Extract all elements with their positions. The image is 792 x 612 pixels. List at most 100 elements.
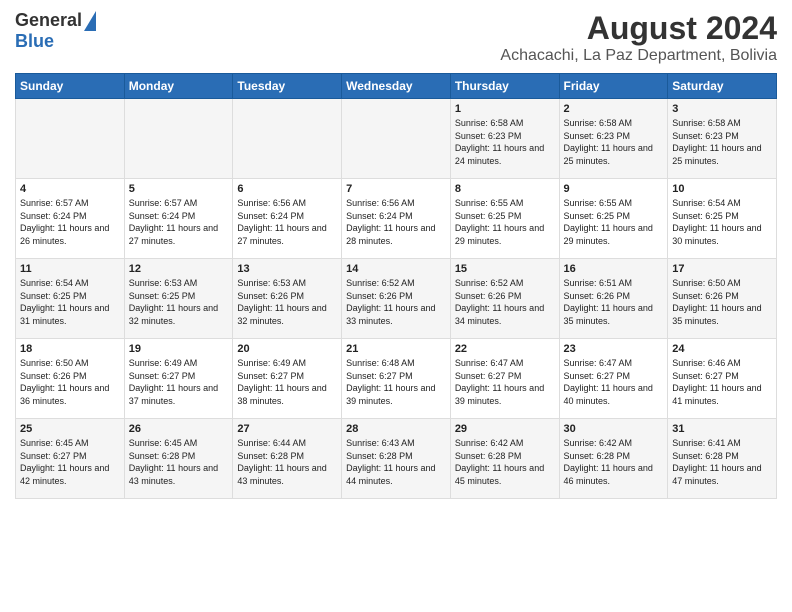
calendar-cell: 2 Sunrise: 6:58 AM Sunset: 6:23 PM Daylig… — [559, 99, 668, 179]
logo-blue-text: Blue — [15, 31, 54, 52]
cell-content: Sunrise: 6:53 AM Sunset: 6:26 PM Dayligh… — [237, 277, 337, 327]
day-number: 8 — [455, 183, 555, 195]
week-row-5: 25Sunrise: 6:45 AM Sunset: 6:27 PM Dayli… — [16, 419, 777, 499]
calendar-cell: 29 Sunrise: 6:42 AM Sunset: 6:28 PM Dayli… — [450, 419, 559, 499]
calendar-cell: 23Sunrise: 6:47 AM Sunset: 6:27 PM Dayli… — [559, 339, 668, 419]
cell-content: Sunrise: 6:43 AM Sunset: 6:28 PM Dayligh… — [346, 437, 446, 487]
calendar-cell: 31Sunrise: 6:41 AM Sunset: 6:28 PM Dayli… — [668, 419, 777, 499]
calendar-header: Sunday Monday Tuesday Wednesday Thursday… — [16, 74, 777, 99]
cell-content: Sunrise: 6:42 AM Sunset: 6:28 PM Dayligh… — [455, 437, 555, 487]
cell-content: Sunrise: 6:50 AM Sunset: 6:26 PM Dayligh… — [20, 357, 120, 407]
day-number: 5 — [129, 183, 229, 195]
header-friday: Friday — [559, 74, 668, 99]
cell-content: Sunrise: 6:55 AM Sunset: 6:25 PM Dayligh… — [564, 197, 664, 247]
day-number: 17 — [672, 263, 772, 275]
day-number: 3 — [672, 103, 772, 115]
cell-content: Sunrise: 6:47 AM Sunset: 6:27 PM Dayligh… — [455, 357, 555, 407]
day-number: 11 — [20, 263, 120, 275]
calendar-cell: 25Sunrise: 6:45 AM Sunset: 6:27 PM Dayli… — [16, 419, 125, 499]
cell-content: Sunrise: 6:58 AM Sunset: 6:23 PM Dayligh… — [455, 117, 555, 167]
header-sunday: Sunday — [16, 74, 125, 99]
header-monday: Monday — [124, 74, 233, 99]
day-number: 28 — [346, 423, 446, 435]
week-row-1: 1 Sunrise: 6:58 AM Sunset: 6:23 PM Daylig… — [16, 99, 777, 179]
day-number: 14 — [346, 263, 446, 275]
cell-content: Sunrise: 6:44 AM Sunset: 6:28 PM Dayligh… — [237, 437, 337, 487]
calendar-cell: 7Sunrise: 6:56 AM Sunset: 6:24 PM Daylig… — [342, 179, 451, 259]
calendar-cell: 15 Sunrise: 6:52 AM Sunset: 6:26 PM Dayli… — [450, 259, 559, 339]
day-number: 22 — [455, 343, 555, 355]
day-number: 24 — [672, 343, 772, 355]
cell-content: Sunrise: 6:58 AM Sunset: 6:23 PM Dayligh… — [672, 117, 772, 167]
calendar-cell: 24 Sunrise: 6:46 AM Sunset: 6:27 PM Dayli… — [668, 339, 777, 419]
week-row-2: 4 Sunrise: 6:57 AM Sunset: 6:24 PM Daylig… — [16, 179, 777, 259]
cell-content: Sunrise: 6:55 AM Sunset: 6:25 PM Dayligh… — [455, 197, 555, 247]
calendar-cell: 1 Sunrise: 6:58 AM Sunset: 6:23 PM Daylig… — [450, 99, 559, 179]
page: General Blue August 2024 Achacachi, La P… — [0, 0, 792, 612]
cell-content: Sunrise: 6:58 AM Sunset: 6:23 PM Dayligh… — [564, 117, 664, 167]
calendar-cell: 4 Sunrise: 6:57 AM Sunset: 6:24 PM Daylig… — [16, 179, 125, 259]
calendar-cell — [342, 99, 451, 179]
cell-content: Sunrise: 6:42 AM Sunset: 6:28 PM Dayligh… — [564, 437, 664, 487]
day-number: 2 — [564, 103, 664, 115]
day-number: 16 — [564, 263, 664, 275]
cell-content: Sunrise: 6:56 AM Sunset: 6:24 PM Dayligh… — [346, 197, 446, 247]
title-block: August 2024 Achacachi, La Paz Department… — [500, 10, 777, 65]
day-number: 25 — [20, 423, 120, 435]
logo-general-text: General — [15, 10, 82, 31]
calendar-table: Sunday Monday Tuesday Wednesday Thursday… — [15, 73, 777, 499]
day-number: 26 — [129, 423, 229, 435]
calendar-cell: 22 Sunrise: 6:47 AM Sunset: 6:27 PM Dayli… — [450, 339, 559, 419]
cell-content: Sunrise: 6:56 AM Sunset: 6:24 PM Dayligh… — [237, 197, 337, 247]
day-number: 1 — [455, 103, 555, 115]
header-row: Sunday Monday Tuesday Wednesday Thursday… — [16, 74, 777, 99]
main-title: August 2024 — [500, 10, 777, 47]
day-number: 31 — [672, 423, 772, 435]
day-number: 19 — [129, 343, 229, 355]
day-number: 29 — [455, 423, 555, 435]
cell-content: Sunrise: 6:45 AM Sunset: 6:28 PM Dayligh… — [129, 437, 229, 487]
calendar-cell: 5 Sunrise: 6:57 AM Sunset: 6:24 PM Daylig… — [124, 179, 233, 259]
calendar-cell: 12 Sunrise: 6:53 AM Sunset: 6:25 PM Dayli… — [124, 259, 233, 339]
header-saturday: Saturday — [668, 74, 777, 99]
day-number: 4 — [20, 183, 120, 195]
calendar-cell: 6 Sunrise: 6:56 AM Sunset: 6:24 PM Daylig… — [233, 179, 342, 259]
calendar-cell: 18 Sunrise: 6:50 AM Sunset: 6:26 PM Dayli… — [16, 339, 125, 419]
calendar-cell: 11 Sunrise: 6:54 AM Sunset: 6:25 PM Dayli… — [16, 259, 125, 339]
calendar-cell: 19Sunrise: 6:49 AM Sunset: 6:27 PM Dayli… — [124, 339, 233, 419]
calendar-cell: 10Sunrise: 6:54 AM Sunset: 6:25 PM Dayli… — [668, 179, 777, 259]
week-row-3: 11 Sunrise: 6:54 AM Sunset: 6:25 PM Dayli… — [16, 259, 777, 339]
day-number: 15 — [455, 263, 555, 275]
cell-content: Sunrise: 6:50 AM Sunset: 6:26 PM Dayligh… — [672, 277, 772, 327]
day-number: 12 — [129, 263, 229, 275]
day-number: 27 — [237, 423, 337, 435]
calendar-cell: 9Sunrise: 6:55 AM Sunset: 6:25 PM Daylig… — [559, 179, 668, 259]
calendar-cell: 27 Sunrise: 6:44 AM Sunset: 6:28 PM Dayli… — [233, 419, 342, 499]
header-wednesday: Wednesday — [342, 74, 451, 99]
logo: General Blue — [15, 10, 96, 52]
calendar-cell: 21Sunrise: 6:48 AM Sunset: 6:27 PM Dayli… — [342, 339, 451, 419]
week-row-4: 18 Sunrise: 6:50 AM Sunset: 6:26 PM Dayli… — [16, 339, 777, 419]
cell-content: Sunrise: 6:57 AM Sunset: 6:24 PM Dayligh… — [129, 197, 229, 247]
calendar-cell: 13Sunrise: 6:53 AM Sunset: 6:26 PM Dayli… — [233, 259, 342, 339]
calendar-cell: 28 Sunrise: 6:43 AM Sunset: 6:28 PM Dayli… — [342, 419, 451, 499]
day-number: 6 — [237, 183, 337, 195]
cell-content: Sunrise: 6:52 AM Sunset: 6:26 PM Dayligh… — [346, 277, 446, 327]
day-number: 21 — [346, 343, 446, 355]
calendar-cell: 16Sunrise: 6:51 AM Sunset: 6:26 PM Dayli… — [559, 259, 668, 339]
calendar-cell: 14 Sunrise: 6:52 AM Sunset: 6:26 PM Dayli… — [342, 259, 451, 339]
calendar-cell: 30Sunrise: 6:42 AM Sunset: 6:28 PM Dayli… — [559, 419, 668, 499]
calendar-cell: 8 Sunrise: 6:55 AM Sunset: 6:25 PM Daylig… — [450, 179, 559, 259]
day-number: 20 — [237, 343, 337, 355]
calendar-body: 1 Sunrise: 6:58 AM Sunset: 6:23 PM Daylig… — [16, 99, 777, 499]
cell-content: Sunrise: 6:54 AM Sunset: 6:25 PM Dayligh… — [20, 277, 120, 327]
cell-content: Sunrise: 6:46 AM Sunset: 6:27 PM Dayligh… — [672, 357, 772, 407]
cell-content: Sunrise: 6:57 AM Sunset: 6:24 PM Dayligh… — [20, 197, 120, 247]
header-tuesday: Tuesday — [233, 74, 342, 99]
cell-content: Sunrise: 6:53 AM Sunset: 6:25 PM Dayligh… — [129, 277, 229, 327]
cell-content: Sunrise: 6:52 AM Sunset: 6:26 PM Dayligh… — [455, 277, 555, 327]
day-number: 18 — [20, 343, 120, 355]
day-number: 10 — [672, 183, 772, 195]
header: General Blue August 2024 Achacachi, La P… — [15, 10, 777, 65]
calendar-cell: 17 Sunrise: 6:50 AM Sunset: 6:26 PM Dayli… — [668, 259, 777, 339]
